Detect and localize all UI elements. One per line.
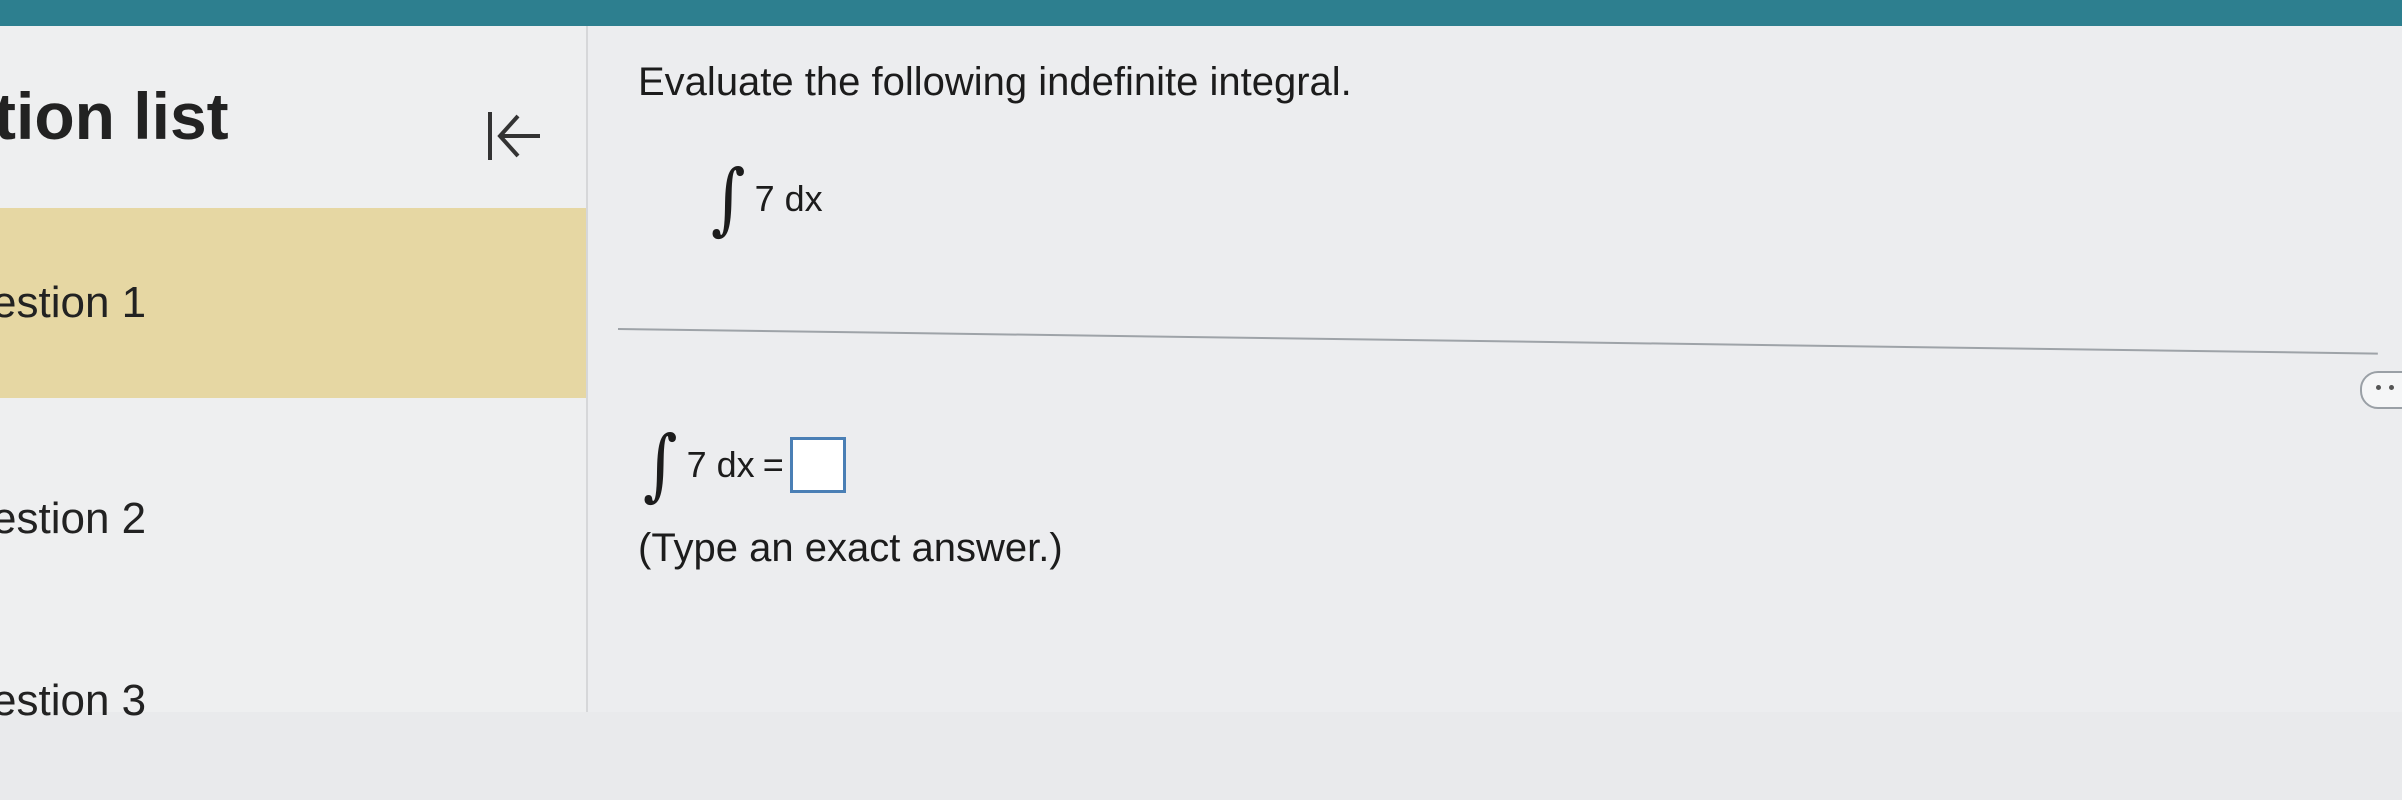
equals-sign: =	[762, 444, 784, 485]
question-list-sidebar: tion list estion 1 estion 2 estion 3	[0, 26, 588, 725]
integrand: 7 dx	[754, 178, 823, 219]
answer-hint: (Type an exact answer.)	[638, 526, 1063, 570]
sidebar-item-question-3[interactable]: estion 3	[0, 610, 586, 800]
integral-sign: ∫	[711, 154, 746, 244]
sidebar-title: tion list	[0, 79, 229, 153]
question-panel: Evaluate the following indefinite integr…	[588, 26, 2402, 712]
collapse-left-icon	[488, 112, 540, 160]
integral-sign: ∫	[643, 420, 678, 510]
sidebar-item-question-1[interactable]: estion 1	[0, 208, 586, 398]
more-options-icon	[2376, 385, 2381, 390]
collapse-sidebar-button[interactable]	[482, 104, 546, 168]
top-bar	[0, 0, 2402, 26]
divider	[617, 328, 2378, 355]
question-prompt: Evaluate the following indefinite integr…	[638, 60, 1352, 104]
answer-integrand: 7 dx	[686, 444, 755, 485]
integral-expression: ∫ 7 dx	[708, 160, 823, 238]
sidebar-item-question-2[interactable]: estion 2	[0, 418, 586, 608]
more-options-button[interactable]	[2360, 371, 2402, 409]
sidebar-item-label: estion 2	[0, 494, 147, 543]
sidebar-item-label: estion 1	[0, 278, 147, 327]
answer-expression: ∫ 7 dx =	[640, 426, 846, 504]
answer-input[interactable]	[789, 437, 846, 493]
sidebar-item-label: estion 3	[0, 676, 147, 725]
